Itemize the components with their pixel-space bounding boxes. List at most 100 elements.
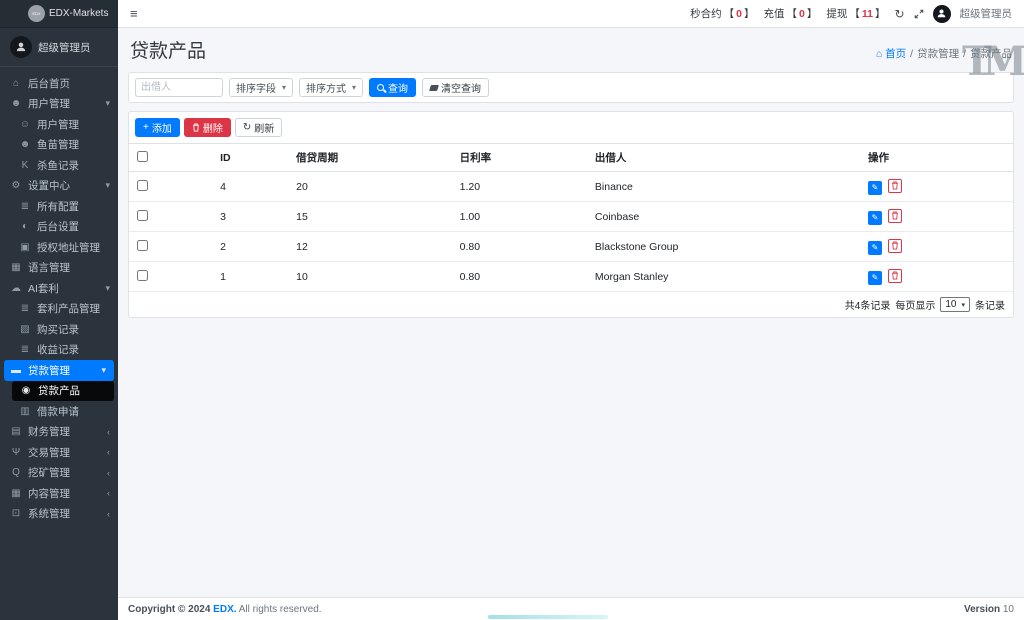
- trash-icon: [892, 241, 898, 250]
- cell-id: 4: [212, 171, 289, 202]
- home-icon: ⌂: [875, 47, 883, 60]
- edit-button[interactable]: ✎: [868, 270, 883, 285]
- page-title: 贷款产品: [130, 41, 207, 62]
- footer-brand-link[interactable]: EDX.: [213, 604, 236, 615]
- row-checkbox[interactable]: [137, 269, 148, 281]
- trade-icon: Ψ: [11, 446, 21, 458]
- sort-field-select[interactable]: 排序字段 ▾: [229, 78, 294, 97]
- row-checkbox[interactable]: [137, 239, 148, 251]
- page-size-select[interactable]: 10 ▾: [940, 297, 970, 312]
- chevron-down-icon: ▾: [961, 301, 965, 309]
- delete-row-button[interactable]: [887, 178, 902, 193]
- sidebar-group-mining-mgmt[interactable]: Q 挖矿管理 ‹: [0, 463, 118, 484]
- topbar-avatar[interactable]: [932, 4, 951, 23]
- breadcrumb-separator: /: [963, 47, 966, 60]
- clear-search-button[interactable]: 清空查询: [422, 78, 490, 97]
- column-header-lender: 出借人: [586, 143, 861, 172]
- cell-lender: Binance: [586, 171, 861, 202]
- person-icon: [16, 42, 26, 52]
- header-stat-seconds-contract[interactable]: 秒合约【0】: [690, 6, 754, 21]
- product-icon: ◉: [21, 385, 31, 397]
- user-icon: ☺: [19, 118, 31, 130]
- list-icon: ≣: [20, 303, 30, 315]
- hamburger-menu-icon[interactable]: ≡: [130, 6, 138, 21]
- sidebar-group-settings-center[interactable]: ⚙ 设置中心 ▾: [0, 176, 118, 197]
- trash-icon: [892, 271, 898, 280]
- add-button[interactable]: + 添加: [135, 118, 180, 137]
- sidebar-item-all-config[interactable]: ≣ 所有配置: [0, 196, 118, 217]
- column-header-rate: 日利率: [451, 143, 587, 172]
- cell-id: 1: [212, 261, 289, 292]
- sidebar-item-user-mgmt[interactable]: ☺ 用户管理: [0, 114, 118, 135]
- header-stat-withdrawal[interactable]: 提现【11】: [826, 6, 885, 21]
- sidebar-item-loan-products[interactable]: ◉ 贷款产品: [12, 380, 114, 401]
- sidebar-item-language-mgmt[interactable]: ▦ 语言管理: [0, 258, 118, 279]
- cell-rate: 1.00: [451, 201, 587, 232]
- eraser-icon: [429, 84, 440, 91]
- sidebar-item-kill-records[interactable]: K 杀鱼记录: [0, 155, 118, 176]
- language-icon: ▦: [11, 262, 21, 274]
- sidebar-item-backend-settings[interactable]: ◐ 后台设置: [0, 217, 118, 238]
- sidebar-group-ai-arbitrage[interactable]: ☁ AI套利 ▾: [0, 278, 118, 299]
- address-book-icon: ▣: [20, 241, 30, 253]
- refresh-button[interactable]: ↻ 刷新: [234, 118, 283, 137]
- loan-products-panel: + 添加 删除 ↻ 刷新 ID 借贷周期 日利率 出借人 操作 4 20 1.2…: [128, 111, 1014, 318]
- sidebar-group-content-mgmt[interactable]: ▦ 内容管理 ‹: [0, 483, 118, 504]
- breadcrumb-separator: /: [910, 47, 914, 60]
- sort-order-select[interactable]: 排序方式 ▾: [299, 78, 364, 97]
- fullscreen-icon[interactable]: [914, 9, 924, 19]
- brand-link[interactable]: EDX EDX-Markets: [0, 0, 118, 28]
- select-all-checkbox[interactable]: [137, 150, 148, 162]
- cell-rate: 0.80: [451, 261, 587, 292]
- cell-period: 20: [288, 171, 452, 202]
- sidebar-item-income-records[interactable]: ≣ 收益记录: [0, 340, 118, 361]
- user-avatar: [10, 36, 32, 58]
- delete-row-button[interactable]: [887, 268, 902, 283]
- search-icon: [377, 84, 385, 91]
- lender-search-input[interactable]: [135, 78, 223, 97]
- app-root: 678ym.net EDX EDX-Markets 超级管理员 ⌂ 后台首页 ☻…: [0, 0, 1024, 620]
- cell-period: 15: [288, 201, 452, 232]
- table-row: 4 20 1.20 Binance ✎: [129, 171, 1013, 202]
- row-checkbox[interactable]: [137, 209, 148, 221]
- sidebar-group-trade-mgmt[interactable]: Ψ 交易管理 ‹: [0, 442, 118, 463]
- cell-rate: 1.20: [451, 171, 587, 202]
- search-button[interactable]: 查询: [369, 78, 417, 97]
- sidebar-item-auth-address-mgmt[interactable]: ▣ 授权地址管理: [0, 237, 118, 258]
- delete-button[interactable]: 删除: [183, 118, 231, 137]
- header-stat-deposit[interactable]: 充值【0】: [763, 6, 817, 21]
- refresh-icon[interactable]: ↻: [894, 7, 904, 21]
- sidebar-item-arbitrage-products[interactable]: ≣ 套利产品管理: [0, 299, 118, 320]
- edit-button[interactable]: ✎: [868, 180, 883, 195]
- sidebar-group-system-mgmt[interactable]: ⊡ 系统管理 ‹: [0, 504, 118, 525]
- sidebar-item-dashboard[interactable]: ⌂ 后台首页: [0, 73, 118, 94]
- pencil-icon: ✎: [871, 243, 879, 252]
- row-checkbox[interactable]: [137, 179, 148, 191]
- person-icon: [937, 9, 946, 18]
- cell-lender: Coinbase: [586, 201, 861, 232]
- sidebar-item-purchase-records[interactable]: ▨ 购买记录: [0, 319, 118, 340]
- delete-row-button[interactable]: [887, 208, 902, 223]
- breadcrumb-home-link[interactable]: ⌂ 首页: [876, 46, 906, 61]
- sidebar-group-loan-mgmt[interactable]: ▬ 贷款管理 ▾: [4, 360, 114, 381]
- sidebar-group-finance-mgmt[interactable]: ▤ 财务管理 ‹: [0, 422, 118, 443]
- sidebar-item-fry-mgmt[interactable]: ☻ 鱼苗管理: [0, 135, 118, 156]
- record-count: 共4条记录: [844, 301, 891, 312]
- sidebar-item-loan-applications[interactable]: ▥ 借款申请: [0, 401, 118, 422]
- user-name: 超级管理员: [38, 41, 91, 54]
- delete-row-button[interactable]: [887, 238, 902, 253]
- column-header-id: ID: [212, 143, 289, 172]
- table-row: 1 10 0.80 Morgan Stanley ✎: [129, 261, 1013, 292]
- application-icon: ▥: [20, 405, 30, 417]
- edit-button[interactable]: ✎: [868, 240, 883, 255]
- chevron-left-icon: ‹: [107, 488, 110, 499]
- main-area: ≡ 秒合约【0】 充值【0】 提现【11】 ↻ 超级管理员 TM 贷款产品 ⌂ …: [118, 0, 1024, 620]
- gear-icon: ⚙: [11, 180, 21, 192]
- table-row: 3 15 1.00 Coinbase ✎: [129, 201, 1013, 232]
- sidebar-user-panel: 超级管理员: [0, 28, 118, 67]
- version: Version 10: [963, 603, 1014, 615]
- edit-button[interactable]: ✎: [868, 210, 883, 225]
- cloud-icon: ☁: [11, 282, 21, 294]
- cell-period: 10: [288, 261, 452, 292]
- sidebar-group-user-mgmt[interactable]: ☻ 用户管理 ▾: [0, 94, 118, 115]
